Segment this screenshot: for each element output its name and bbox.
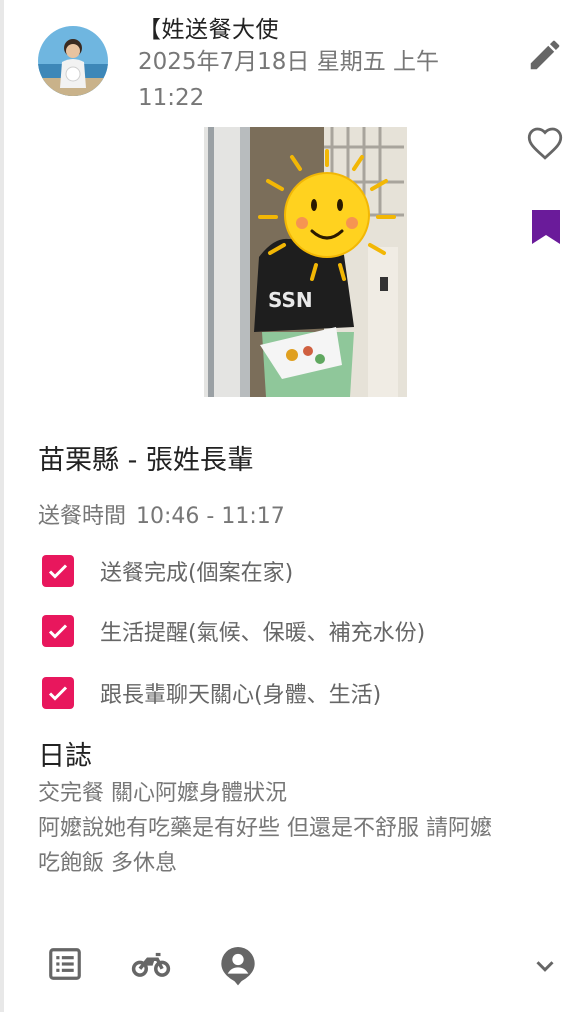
post-card: 【姓送餐大使 2025年7月18日 星期五 上午 11:22 SSN 苗栗縣 -…	[0, 0, 582, 1012]
log-body: 交完餐 關心阿嬤身體狀況 阿嬤說她有吃藥是有好些 但還是不舒服 請阿嬤 吃飽飯 …	[38, 776, 568, 881]
person-pin-icon[interactable]	[218, 945, 258, 993]
edit-icon[interactable]	[526, 36, 564, 74]
delivery-time-label: 送餐時間	[38, 504, 127, 529]
bookmark-icon[interactable]	[530, 208, 562, 246]
delivery-time: 送餐時間 10:46 - 11:17	[38, 498, 285, 530]
checkbox-checked[interactable]	[42, 555, 74, 587]
checklist-item[interactable]: 跟長輩聊天關心(身體、生活)	[42, 676, 381, 710]
chevron-down-icon[interactable]	[530, 951, 560, 985]
checklist-label: 生活提醒(氣候、保暖、補充水份)	[100, 621, 426, 646]
avatar[interactable]	[38, 26, 108, 96]
delivery-time-value: 10:46 - 11:17	[136, 504, 285, 529]
author-name: 【姓送餐大使	[138, 17, 279, 43]
log-heading: 日誌	[38, 741, 92, 772]
delivery-photo[interactable]: SSN	[204, 127, 407, 397]
log-line: 阿嬤說她有吃藥是有好些 但還是不舒服 請阿嬤	[38, 816, 492, 841]
checkbox-checked[interactable]	[42, 677, 74, 709]
bottom-toolbar	[4, 945, 582, 995]
checklist-item[interactable]: 送餐完成(個案在家)	[42, 554, 293, 588]
log-line: 交完餐 關心阿嬤身體狀況	[38, 781, 287, 806]
recipient-title: 苗栗縣 - 張姓長輩	[38, 445, 254, 476]
checkbox-checked[interactable]	[42, 615, 74, 647]
checklist-item[interactable]: 生活提醒(氣候、保暖、補充水份)	[42, 614, 425, 648]
checklist-label: 跟長輩聊天關心(身體、生活)	[100, 683, 382, 708]
post-date: 2025年7月18日 星期五 上午 11:22	[138, 49, 440, 111]
checklist-label: 送餐完成(個案在家)	[100, 561, 294, 586]
log-line: 吃飽飯 多休息	[38, 851, 177, 876]
svg-text:SSN: SSN	[268, 288, 313, 312]
heart-icon[interactable]	[524, 122, 566, 164]
motorcycle-icon[interactable]	[130, 945, 172, 987]
list-icon[interactable]	[46, 945, 84, 987]
